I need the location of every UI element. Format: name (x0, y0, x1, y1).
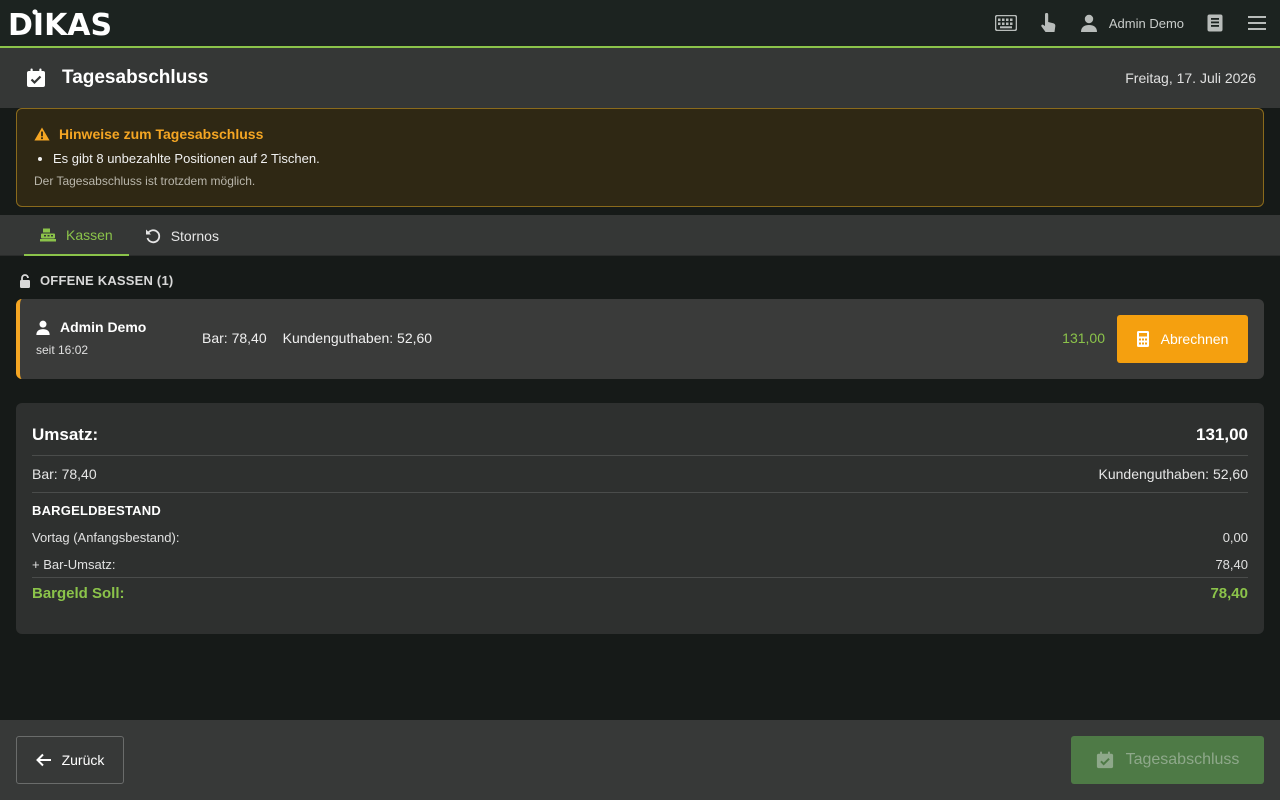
footer-bar: Zurück Tagesabschluss (0, 720, 1280, 800)
revenue-label: Umsatz: (32, 425, 99, 444)
notice-subtext: Der Tagesabschluss ist trotzdem möglich. (34, 174, 256, 188)
book-icon[interactable] (1204, 12, 1226, 34)
arrow-left-icon (35, 753, 51, 767)
settle-button[interactable]: Abrechnen (1117, 315, 1248, 363)
back-button-label: Zurück (61, 752, 105, 768)
payment-split-row: Bar: 78,40 Kundenguthaben: 52,60 (32, 456, 1248, 493)
user-menu[interactable]: Admin Demo (1080, 14, 1184, 32)
page-header: Tagesabschluss Freitag, 17. Juli 2026 (0, 48, 1280, 108)
settle-button-label: Abrechnen (1160, 331, 1229, 347)
undo-icon (145, 228, 161, 244)
logo-mark: DIKAS (8, 8, 112, 41)
top-bar: DIKAS Admin Demo (0, 0, 1280, 48)
register-user: Admin Demo seit 16:02 (36, 319, 146, 357)
register-amounts: Bar: 78,40 Kundenguthaben: 52,60 (202, 330, 432, 346)
notice-title-row: Hinweise zum Tagesabschluss (34, 126, 1247, 142)
open-registers-title: OFFENE KASSEN (1) (19, 273, 173, 288)
user-icon (36, 320, 50, 335)
calendar-check-icon (27, 68, 45, 87)
top-actions: Admin Demo (975, 0, 1268, 46)
register-user-line: Admin Demo (36, 319, 146, 335)
opening-balance-row: Vortag (Anfangsbestand): 0,00 (32, 524, 1248, 551)
cash-label: Bar: 78,40 (32, 466, 97, 482)
tab-bar: Kassen Stornos (0, 215, 1280, 256)
opening-value: 0,00 (1222, 530, 1248, 545)
keyboard-icon[interactable] (994, 12, 1017, 34)
cash-sales-label: + Bar-Umsatz: (32, 556, 116, 572)
register-user-name: Admin Demo (60, 319, 147, 335)
register-cash: Bar: 78,40 (202, 330, 267, 346)
cash-section-title: BARGELDBESTAND (32, 503, 161, 518)
revenue-value: 131,00 (1196, 425, 1248, 444)
notice-title: Hinweise zum Tagesabschluss (59, 126, 264, 142)
target-value: 78,40 (1210, 585, 1248, 602)
target-cash-row: Bargeld Soll: 78,40 (32, 578, 1248, 609)
title-wrap: Tagesabschluss (26, 67, 208, 89)
tab-stornos[interactable]: Stornos (129, 215, 235, 256)
tab-label: Stornos (170, 227, 219, 244)
back-button[interactable]: Zurück (16, 736, 124, 784)
summary-card: Umsatz: 131,00 Bar: 78,40 Kundenguthaben… (16, 403, 1264, 634)
calculator-icon (1136, 331, 1149, 347)
day-close-button[interactable]: Tagesabschluss (1071, 736, 1264, 784)
opening-label: Vortag (Anfangsbestand): (32, 530, 180, 545)
register-since: seit 16:02 (36, 343, 89, 357)
tab-kassen[interactable]: Kassen (24, 215, 129, 256)
credit-label: Kundenguthaben: 52,60 (1098, 466, 1248, 482)
notice-list: Es gibt 8 unbezahlte Positionen auf 2 Ti… (53, 151, 1247, 166)
page-title: Tagesabschluss (62, 67, 209, 88)
logo-text: DIKAS (8, 8, 112, 41)
register-credit: Kundenguthaben: 52,60 (282, 330, 433, 346)
register-icon (40, 228, 56, 242)
register-total: 131,00 (1062, 330, 1105, 346)
target-label: Bargeld Soll: (32, 585, 125, 602)
closing-notice: Hinweise zum Tagesabschluss Es gibt 8 un… (16, 108, 1264, 207)
app-logo[interactable]: DIKAS (8, 5, 112, 41)
revenue-row: Umsatz: 131,00 (32, 403, 1248, 456)
current-date: Freitag, 17. Juli 2026 (1125, 70, 1256, 86)
cash-sales-value: 78,40 (1215, 556, 1248, 572)
cash-sales-row: + Bar-Umsatz: 78,40 (32, 551, 1248, 578)
lock-open-icon (20, 273, 30, 288)
notice-item: Es gibt 8 unbezahlte Positionen auf 2 Ti… (53, 151, 1247, 166)
touch-icon[interactable] (1037, 12, 1059, 34)
tab-label: Kassen (66, 226, 113, 243)
register-card: Admin Demo seit 16:02 Bar: 78,40 Kundeng… (16, 299, 1264, 379)
menu-icon[interactable] (1246, 12, 1268, 34)
section-title-text: OFFENE KASSEN (1) (40, 273, 174, 288)
day-close-label: Tagesabschluss (1125, 751, 1240, 768)
calendar-check-icon (1096, 751, 1113, 769)
user-name: Admin Demo (1108, 15, 1184, 31)
user-icon (1080, 14, 1097, 32)
warning-icon (34, 127, 50, 141)
